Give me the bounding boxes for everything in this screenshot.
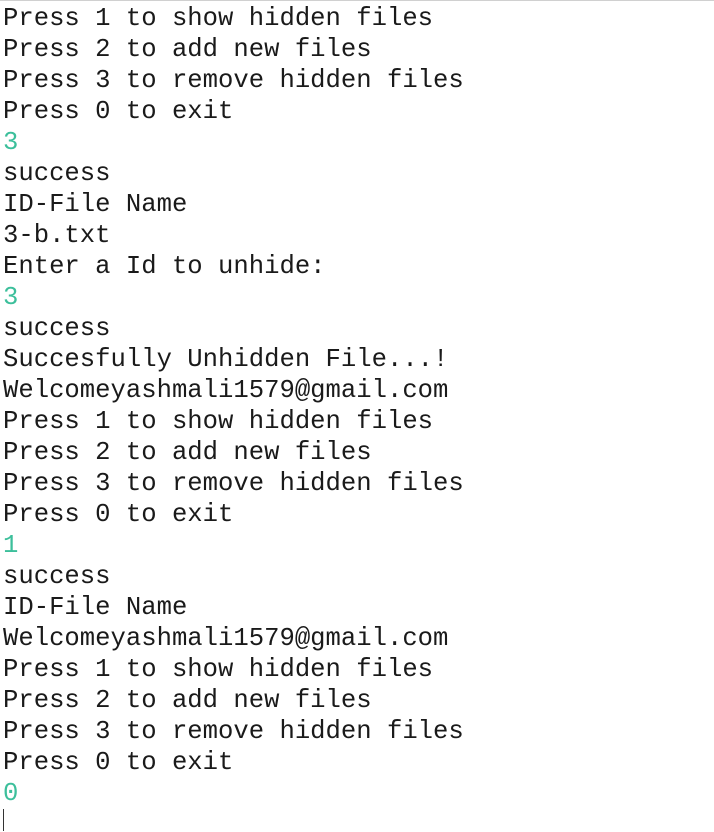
console-line: Press 3 to remove hidden files — [3, 66, 464, 95]
console-line: Press 2 to add new files — [3, 35, 372, 64]
console-line: Press 1 to show hidden files — [3, 655, 434, 684]
console-input-line: 0 — [3, 779, 19, 808]
console-input-line: 3 — [3, 128, 19, 157]
console-line: Press 0 to exit — [3, 500, 234, 529]
console-line: ID-File Name — [3, 593, 188, 622]
console-line: Succesfully Unhidden File...! — [3, 345, 449, 374]
console-line: 3-b.txt — [3, 221, 111, 250]
console-output[interactable]: Press 1 to show hidden files Press 2 to … — [0, 0, 714, 832]
console-line: success — [3, 562, 111, 591]
console-line: Welcomeyashmali1579@gmail.com — [3, 624, 449, 653]
console-line: Press 3 to remove hidden files — [3, 469, 464, 498]
console-line: success — [3, 314, 111, 343]
console-line: Press 0 to exit — [3, 97, 234, 126]
console-line: Press 1 to show hidden files — [3, 407, 434, 436]
console-line: ID-File Name — [3, 190, 188, 219]
console-input-line: 1 — [3, 531, 19, 560]
console-line: Press 3 to remove hidden files — [3, 717, 464, 746]
console-line: Welcomeyashmali1579@gmail.com — [3, 376, 449, 405]
console-line: Press 0 to exit — [3, 748, 234, 777]
console-line: Press 2 to add new files — [3, 438, 372, 467]
console-line: Press 1 to show hidden files — [3, 4, 434, 33]
console-input-line: 3 — [3, 283, 19, 312]
console-lines: Press 1 to show hidden files Press 2 to … — [3, 3, 464, 809]
console-line: Press 2 to add new files — [3, 686, 372, 715]
text-cursor[interactable] — [3, 809, 4, 831]
console-line: Enter a Id to unhide: — [3, 252, 326, 281]
console-line: success — [3, 159, 111, 188]
